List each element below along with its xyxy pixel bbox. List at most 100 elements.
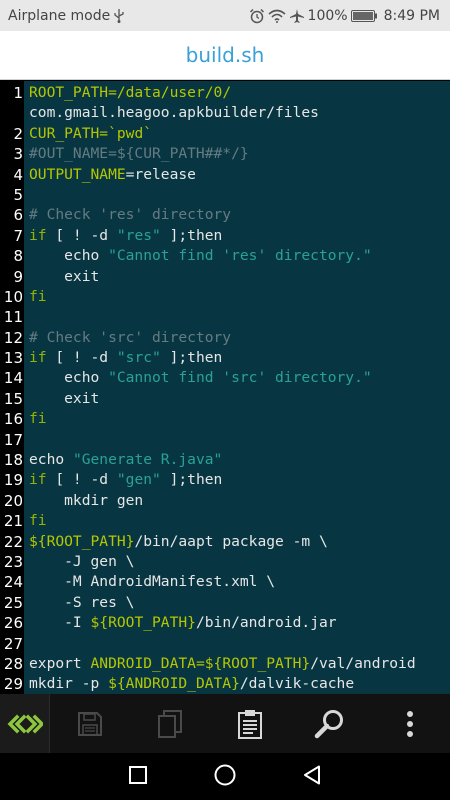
back-button[interactable] <box>292 757 332 797</box>
code-line: 5 <box>0 185 450 205</box>
alarm-icon <box>249 8 265 24</box>
code-token: exit <box>29 389 100 407</box>
line-number: 24 <box>3 573 23 592</box>
airplane-icon <box>289 8 305 24</box>
code-token: CUR_PATH <box>29 124 100 142</box>
code-line: 18 echo "Generate R.java" <box>0 450 450 470</box>
code-text: mkdir -p ${ANDROID_DATA}/dalvik-cache <box>29 674 354 694</box>
code-text: echo "Cannot find 'res' directory." <box>29 246 372 266</box>
code-token: ];then <box>160 471 223 489</box>
code-token: if <box>29 226 47 244</box>
code-token: #OUT_NAME=${CUR_PATH##*/} <box>29 145 249 163</box>
code-token: /val/android <box>310 654 416 672</box>
code-text: echo "Generate R.java" <box>29 450 222 470</box>
code-token: =/data/user/ <box>108 84 214 101</box>
code-lines[interactable]: 1 ROOT_PATH=/data/user/0/com.gmail.heagoo… <box>0 83 450 694</box>
code-line: 8 echo "Cannot find 'res' directory." <box>0 246 450 266</box>
line-number: 29 <box>3 675 23 694</box>
code-line: 11 <box>0 307 450 327</box>
bottom-toolbar <box>0 694 450 753</box>
line-number: 10 <box>3 287 23 306</box>
code-token: =release <box>125 165 196 183</box>
code-line: 13 if [ ! -d "src" ];then <box>0 348 450 368</box>
expand-arrows-icon <box>7 714 43 734</box>
code-text: OUTPUT_NAME=release <box>29 165 196 185</box>
code-line: 10 fi <box>0 287 450 307</box>
code-token: if <box>29 349 47 367</box>
airplane-mode-text: Airplane mode <box>8 7 111 24</box>
line-number: 13 <box>3 349 23 368</box>
code-token: OUTPUT_NAME <box>29 165 126 183</box>
line-number: 21 <box>3 512 23 531</box>
code-token: echo <box>29 369 109 387</box>
home-button[interactable] <box>205 757 245 797</box>
code-line: 9 exit <box>0 267 450 287</box>
code-token: com.gmail.heagoo.apkbuilder/files <box>29 104 319 122</box>
code-line: 16 fi <box>0 409 450 429</box>
save-button[interactable] <box>50 694 130 753</box>
code-token: mkdir -p <box>29 675 109 693</box>
code-line: 22 ${ROOT_PATH}/bin/aapt package -m \ <box>0 532 450 552</box>
line-number: 25 <box>3 593 23 612</box>
paste-button[interactable] <box>210 694 290 753</box>
status-bar: Airplane mode 100% 8:49 PM <box>0 0 450 31</box>
expand-toolbar-button[interactable] <box>0 694 50 753</box>
code-editor[interactable]: 1 ROOT_PATH=/data/user/0/com.gmail.heagoo… <box>0 81 450 694</box>
line-number: 28 <box>3 654 23 673</box>
triangle-back-icon <box>303 765 321 789</box>
circle-icon <box>214 764 236 790</box>
line-number: 17 <box>3 430 23 449</box>
search-icon <box>314 708 346 740</box>
code-text: exit <box>29 389 99 409</box>
line-number: 3 <box>13 145 23 164</box>
code-line: 21 fi <box>0 511 450 531</box>
code-token: "Generate R.java" <box>72 451 223 469</box>
code-token: } <box>231 675 240 693</box>
code-token: if <box>29 471 47 489</box>
code-token: ROOT_PATH <box>46 532 126 550</box>
code-token: ANDROID_DATA <box>125 675 232 693</box>
code-token: fi <box>29 287 47 305</box>
code-text: exit <box>29 267 99 287</box>
code-token: } <box>301 654 311 672</box>
search-button[interactable] <box>290 694 370 753</box>
code-line: 3 #OUT_NAME=${CUR_PATH##*/} <box>0 144 450 164</box>
code-token: 0 <box>213 84 223 101</box>
code-token: -S res \ <box>29 593 135 611</box>
code-token: "res" <box>116 226 161 244</box>
code-token: ${ <box>90 614 109 632</box>
recents-button[interactable] <box>118 757 158 797</box>
code-token: -M AndroidManifest.xml \ <box>29 573 276 591</box>
overflow-menu-button[interactable] <box>370 694 450 753</box>
battery-percent: 100% <box>307 7 348 24</box>
file-title: build.sh <box>185 43 265 67</box>
code-token: /dalvik-cache <box>239 675 355 693</box>
line-number: 23 <box>3 552 23 571</box>
code-text: if [ ! -d "gen" ];then <box>29 470 222 490</box>
line-number: 2 <box>13 124 23 143</box>
code-text: fi <box>29 409 47 429</box>
code-token: fi <box>29 410 47 428</box>
copy-button[interactable] <box>130 694 210 753</box>
code-text: # Check 'res' directory <box>29 205 231 225</box>
line-number: 5 <box>13 185 23 204</box>
code-token: # Check 'res' directory <box>29 206 232 224</box>
code-line: 17 <box>0 430 450 450</box>
copy-icon <box>157 709 183 739</box>
code-line: 7 if [ ! -d "res" ];then <box>0 226 450 246</box>
code-token: export <box>29 654 91 672</box>
code-text: com.gmail.heagoo.apkbuilder/files <box>29 103 319 123</box>
code-token: /bin/android.jar <box>195 614 337 632</box>
line-number: 26 <box>3 614 23 633</box>
code-line: 6 # Check 'res' directory <box>0 205 450 225</box>
code-token: ${ <box>29 532 47 550</box>
code-token: ];then <box>160 349 223 367</box>
code-token: ];then <box>160 226 223 244</box>
line-number: 27 <box>3 634 23 653</box>
line-number: 20 <box>3 491 23 510</box>
code-text: # Check 'src' directory <box>29 328 231 348</box>
code-text: if [ ! -d "res" ];then <box>29 226 222 246</box>
code-token: ROOT_PATH <box>29 84 109 101</box>
code-text: mkdir gen <box>29 491 143 511</box>
code-line: 19 if [ ! -d "gen" ];then <box>0 470 450 490</box>
